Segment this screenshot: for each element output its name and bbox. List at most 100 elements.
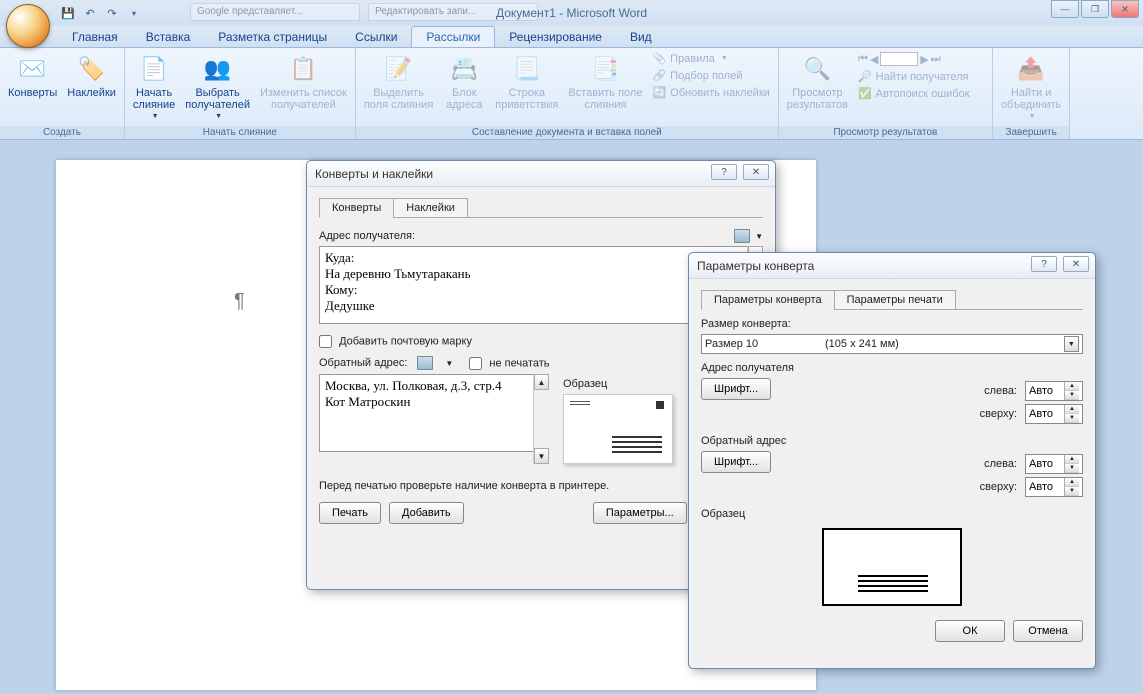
add-stamp-checkbox[interactable] xyxy=(319,335,332,348)
edit-list-icon: 📋 xyxy=(287,53,319,85)
spin-up-icon[interactable]: ▲ xyxy=(1065,455,1079,464)
greeting-icon: 📃 xyxy=(511,53,543,85)
finish-icon: 📤 xyxy=(1015,53,1047,85)
recipient-top-spinner[interactable]: ▲▼ xyxy=(1025,404,1083,424)
first-icon: ⏮ xyxy=(858,53,868,66)
dialog-title[interactable]: Параметры конверта ? ✕ xyxy=(689,253,1095,279)
dialog-tabs: Параметры конверта Параметры печати xyxy=(701,289,1083,310)
sample-label: Образец xyxy=(701,508,1083,520)
pilcrow-icon: ¶ xyxy=(234,290,245,313)
search-icon: 🔎 xyxy=(858,70,872,83)
address-book-icon[interactable] xyxy=(734,229,750,243)
finish-merge-button: 📤 Найти и объединить▼ xyxy=(999,51,1063,122)
chevron-down-icon[interactable]: ▼ xyxy=(445,359,453,368)
return-address-input[interactable] xyxy=(319,374,549,452)
scroll-down-icon[interactable]: ▼ xyxy=(534,448,549,464)
envelope-size-combo[interactable]: Размер 10 (105 x 241 мм) ▼ xyxy=(701,334,1083,354)
close-button[interactable]: ✕ xyxy=(1063,256,1089,272)
close-button[interactable]: ✕ xyxy=(1111,0,1139,18)
spin-up-icon[interactable]: ▲ xyxy=(1065,382,1079,391)
save-icon[interactable]: 💾 xyxy=(60,5,76,21)
address-block-button: 📇 Блок адреса xyxy=(441,51,487,113)
qat-dropdown-icon[interactable]: ▾ xyxy=(126,5,142,21)
labels-icon: 🏷️ xyxy=(76,53,108,85)
start-merge-button[interactable]: 📄 Начать слияние▼ xyxy=(131,51,177,122)
print-button[interactable]: Печать xyxy=(319,502,381,524)
tab-layout[interactable]: Разметка страницы xyxy=(204,27,341,47)
window-title: Документ1 - Microsoft Word xyxy=(0,6,1143,20)
highlight-icon: 📝 xyxy=(383,53,415,85)
labels-button[interactable]: 🏷️ Наклейки xyxy=(65,51,118,101)
tab-home[interactable]: Главная xyxy=(58,27,132,47)
scrollbar[interactable]: ▲ ▼ xyxy=(533,374,549,464)
chevron-down-icon: ▼ xyxy=(1029,113,1036,120)
envelope-preview xyxy=(822,528,962,606)
redo-icon[interactable]: ↷ xyxy=(104,5,120,21)
return-font-button[interactable]: Шрифт... xyxy=(701,451,771,473)
tab-print-params[interactable]: Параметры печати xyxy=(834,290,956,310)
record-nav: ⏮ ◀ ▶ ⏭ xyxy=(856,51,986,67)
recipient-left-spinner[interactable]: ▲▼ xyxy=(1025,381,1083,401)
office-button[interactable] xyxy=(6,4,50,48)
help-button[interactable]: ? xyxy=(711,164,737,180)
undo-icon[interactable]: ↶ xyxy=(82,5,98,21)
sample-label: Образец xyxy=(563,378,673,390)
group-create: ✉️ Конверты 🏷️ Наклейки Создать xyxy=(0,48,125,139)
tab-view[interactable]: Вид xyxy=(616,27,666,47)
ribbon: ✉️ Конверты 🏷️ Наклейки Создать 📄 Начать… xyxy=(0,48,1143,140)
ok-button[interactable]: ОК xyxy=(935,620,1005,642)
rules-icon: 📎 xyxy=(652,52,666,65)
group-finish: 📤 Найти и объединить▼ Завершить xyxy=(993,48,1070,139)
last-icon: ⏭ xyxy=(931,53,941,66)
dialog-title[interactable]: Конверты и наклейки ? ✕ xyxy=(307,161,775,187)
rules-button: 📎Правила▼ xyxy=(650,51,771,66)
greeting-button: 📃 Строка приветствия xyxy=(493,51,560,113)
start-merge-icon: 📄 xyxy=(138,53,170,85)
update-labels-button: 🔄Обновить наклейки xyxy=(650,85,771,100)
chevron-down-icon: ▼ xyxy=(152,113,159,120)
tab-references[interactable]: Ссылки xyxy=(341,27,411,47)
return-top-spinner[interactable]: ▲▼ xyxy=(1025,477,1083,497)
help-button[interactable]: ? xyxy=(1031,256,1057,272)
group-compose: 📝 Выделить поля слияния 📇 Блок адреса 📃 … xyxy=(356,48,779,139)
select-recipients-button[interactable]: 👥 Выбрать получателей▼ xyxy=(183,51,252,122)
return-label: Обратный адрес: xyxy=(319,357,407,369)
spin-down-icon[interactable]: ▼ xyxy=(1065,391,1079,400)
size-label: Размер конверта: xyxy=(701,318,1083,330)
group-label: Создать xyxy=(0,126,124,139)
recipient-font-button[interactable]: Шрифт... xyxy=(701,378,771,400)
recipient-label: Адрес получателя: xyxy=(319,230,415,242)
tab-insert[interactable]: Вставка xyxy=(132,27,205,47)
envelopes-button[interactable]: ✉️ Конверты xyxy=(6,51,59,101)
add-button[interactable]: Добавить xyxy=(389,502,464,524)
chevron-down-icon[interactable]: ▼ xyxy=(1064,336,1079,352)
scroll-up-icon[interactable]: ▲ xyxy=(534,374,549,390)
recipient-section-label: Адрес получателя xyxy=(701,362,1083,374)
address-book-icon[interactable] xyxy=(417,356,433,370)
top-label: сверху: xyxy=(967,408,1017,420)
spin-down-icon[interactable]: ▼ xyxy=(1065,464,1079,473)
tab-mailings[interactable]: Рассылки xyxy=(411,26,495,47)
next-icon: ▶ xyxy=(920,53,928,66)
tab-envelopes[interactable]: Конверты xyxy=(319,198,394,218)
close-button[interactable]: ✕ xyxy=(743,164,769,180)
chevron-down-icon[interactable]: ▼ xyxy=(755,232,763,241)
add-stamp-label: Добавить почтовую марку xyxy=(339,335,472,347)
params-button[interactable]: Параметры... xyxy=(593,502,687,524)
tab-envelope-params[interactable]: Параметры конверта xyxy=(701,290,835,310)
return-section-label: Обратный адрес xyxy=(701,435,1083,447)
tab-labels[interactable]: Наклейки xyxy=(393,198,468,218)
spin-down-icon[interactable]: ▼ xyxy=(1065,487,1079,496)
no-print-checkbox[interactable] xyxy=(469,357,482,370)
edit-recipients-button: 📋 Изменить список получателей xyxy=(258,51,349,113)
tab-review[interactable]: Рецензирование xyxy=(495,27,616,47)
insert-field-icon: 📑 xyxy=(589,53,621,85)
spin-up-icon[interactable]: ▲ xyxy=(1065,478,1079,487)
maximize-button[interactable]: ❐ xyxy=(1081,0,1109,18)
cancel-button[interactable]: Отмена xyxy=(1013,620,1083,642)
spin-down-icon[interactable]: ▼ xyxy=(1065,414,1079,423)
return-left-spinner[interactable]: ▲▼ xyxy=(1025,454,1083,474)
spin-up-icon[interactable]: ▲ xyxy=(1065,405,1079,414)
minimize-button[interactable]: — xyxy=(1051,0,1079,18)
envelope-preview[interactable] xyxy=(563,394,673,464)
